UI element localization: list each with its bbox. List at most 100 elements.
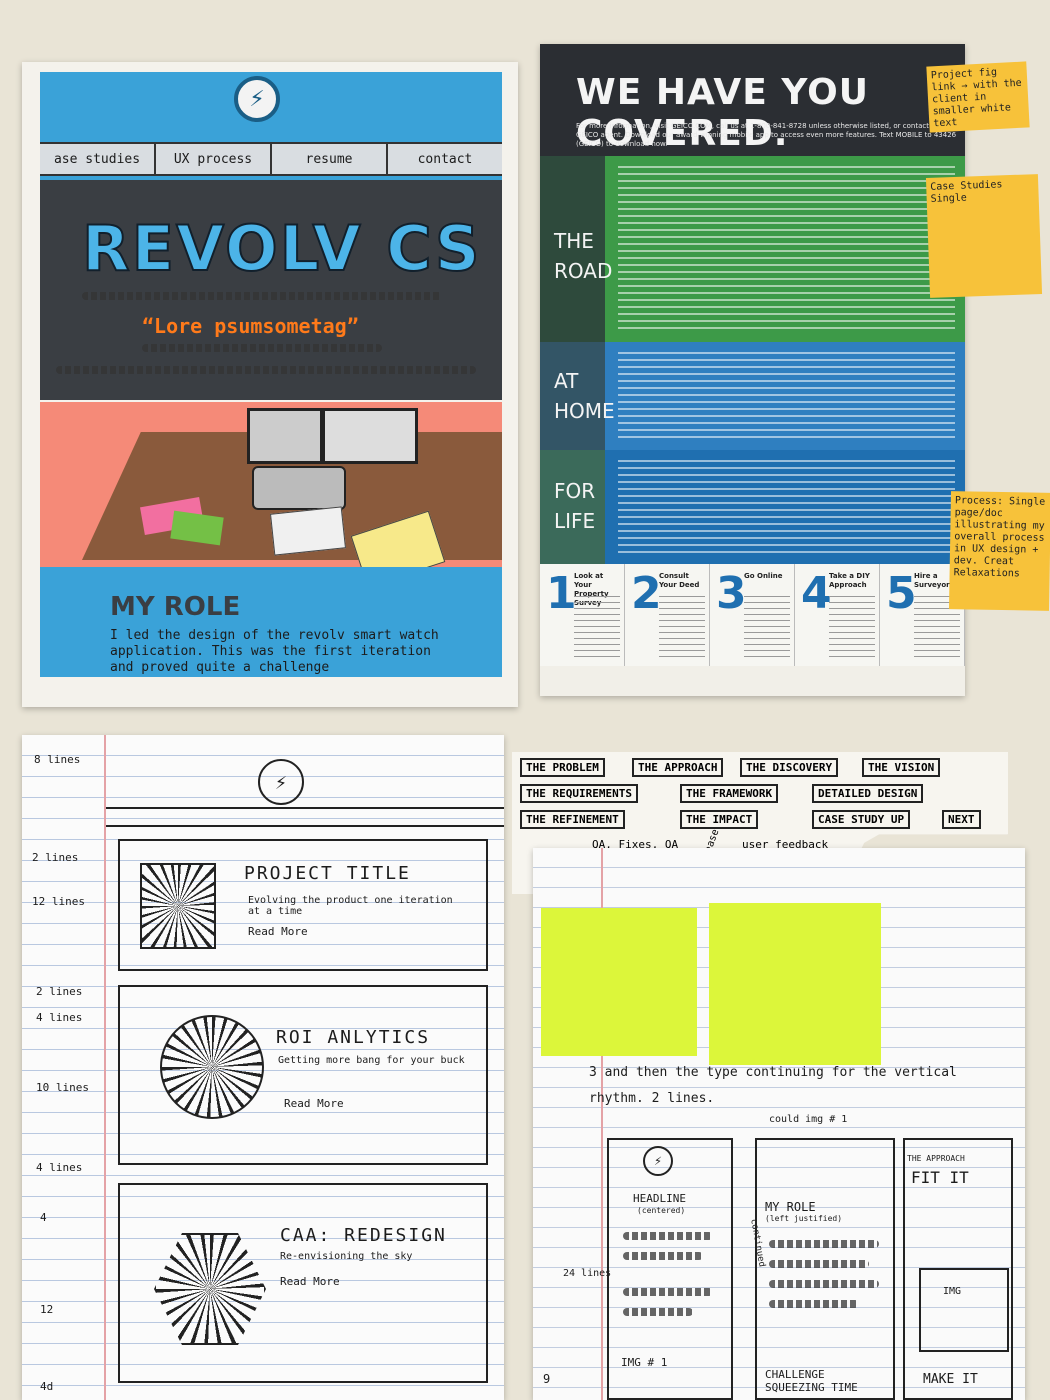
margin-note: 2 lines	[32, 851, 79, 864]
margin-note: 4	[40, 1211, 47, 1224]
col2-sub: (left justified)	[765, 1214, 843, 1223]
text-scribble	[769, 1260, 869, 1268]
project-description: Evolving the product one iteration at a …	[248, 895, 453, 917]
flyer-band-life: FOR LIFE	[540, 450, 965, 564]
sticky-note: Case Studies Single	[925, 174, 1043, 298]
grid-top-note: 3 and then the type continuing for the v…	[589, 1065, 957, 1106]
step: 1 Look at Your Property Survey	[540, 564, 625, 666]
revolv-title: REVOLV CS	[81, 211, 482, 286]
margin-note: 4 lines	[36, 1161, 83, 1174]
step-title: Consult Your Deed	[659, 572, 700, 589]
step-number: 3	[716, 568, 747, 619]
flow-step: NEXT	[942, 810, 981, 829]
project-title: PROJECT TITLE	[244, 863, 411, 884]
text-scribble	[623, 1308, 693, 1316]
margin-note: 2 lines	[36, 985, 83, 998]
step-title: Take a DIY Approach	[829, 572, 870, 589]
band-label: FOR LIFE	[554, 479, 596, 533]
flow-step: THE IMPACT	[680, 810, 759, 829]
revolv-nav-bar: ase studies UX process resume contact	[40, 142, 502, 176]
revolv-tagline: “Lore psumsometag”	[142, 314, 359, 338]
band-text-lines	[618, 460, 955, 554]
sticky-note: Project fig link → with the client in sm…	[926, 61, 1030, 133]
project-description: Getting more bang for your buck	[278, 1055, 465, 1066]
lightbulb-logo-icon: ⚡	[258, 759, 304, 805]
nav-item-ux-process: UX process	[156, 144, 272, 174]
flow-step: THE DISCOVERY	[740, 758, 839, 777]
read-more-link: Read More	[280, 1275, 340, 1288]
image-placeholder	[919, 1268, 1009, 1352]
band-text-lines	[618, 352, 955, 440]
wireframe-notebook-sheet: ⚡ 8 lines 2 lines 12 lines 2 lines 4 lin…	[22, 735, 504, 1400]
nav-item-contact: contact	[417, 151, 473, 167]
step-number: 1	[546, 568, 577, 619]
text-scribble	[623, 1232, 713, 1240]
blank-sticky-note	[709, 903, 881, 1065]
nav-item-case-studies: ase studies	[40, 144, 156, 174]
geico-flyer: WE HAVE YOU COVERED. For more informatio…	[540, 44, 965, 696]
text-scribble	[623, 1252, 703, 1260]
step-number: 4	[801, 568, 832, 619]
step: 3 Go Online	[710, 564, 795, 666]
text-scribble	[623, 1288, 713, 1296]
band-label: AT HOME	[554, 369, 615, 423]
read-more-link: Read More	[284, 1097, 344, 1110]
step-text-lines	[574, 596, 620, 660]
role-description: I led the design of the revolv smart wat…	[110, 628, 439, 675]
divider	[106, 825, 504, 827]
side-label: 24 lines	[563, 1268, 612, 1279]
flyer-subtext: For more information, visit GEICO.COM, c…	[576, 122, 966, 148]
step-text-lines	[659, 596, 705, 660]
flow-step: DETAILED DESIGN	[812, 784, 924, 803]
divider	[106, 807, 504, 809]
revolv-sketch-sheet: ⚡ ase studies UX process resume contact …	[22, 62, 518, 707]
read-more-link: Read More	[248, 925, 308, 938]
margin-note: 4 lines	[36, 1011, 83, 1024]
flyer-band-road: THE ROAD	[540, 156, 965, 342]
flow-step: THE FRAMEWORK	[680, 784, 779, 803]
device-drawing	[252, 466, 346, 510]
flow-step: CASE STUDY UP	[812, 810, 911, 829]
margin-note: 8 lines	[34, 753, 81, 766]
text-scribble	[769, 1240, 879, 1248]
step-number: 2	[631, 568, 662, 619]
margin-note: 4d	[40, 1380, 54, 1393]
step-number: 5	[886, 568, 917, 619]
col2-top-label: could img # 1	[769, 1114, 848, 1125]
project-thumbnail-icon	[140, 863, 216, 949]
step-text-lines	[744, 596, 790, 660]
project-description: Re-envisioning the sky	[280, 1251, 413, 1262]
col3-title: FIT IT	[911, 1168, 969, 1187]
monitor-drawing	[322, 408, 418, 464]
col3-label: THE APPROACH	[907, 1154, 965, 1163]
text-scribble	[769, 1280, 879, 1288]
layout-column-2	[755, 1138, 895, 1400]
step: 4 Take a DIY Approach	[795, 564, 880, 666]
logo-icon: ⚡	[643, 1146, 673, 1176]
flow-step: THE VISION	[862, 758, 941, 777]
flow-step: THE REFINEMENT	[520, 810, 625, 829]
step: 2 Consult Your Deed	[625, 564, 710, 666]
nav-item-resume: resume	[272, 144, 388, 174]
flow-step: THE PROBLEM	[520, 758, 605, 777]
row-count: 9	[543, 1372, 551, 1386]
flyer-steps: 1 Look at Your Property Survey 2 Consult…	[540, 564, 965, 666]
col1-image-label: IMG # 1	[621, 1356, 668, 1369]
hero-scribble	[142, 344, 382, 352]
sticky-note: Process: Single page/doc illustrating my…	[948, 491, 1050, 611]
margin-note: 10 lines	[36, 1081, 89, 1094]
margin-note: 12	[40, 1303, 54, 1316]
step-title: Go Online	[744, 572, 783, 580]
project-title: CAA: REDESIGN	[280, 1225, 447, 1246]
role-title: MY ROLE	[110, 592, 241, 622]
flow-step: THE APPROACH	[632, 758, 724, 777]
col1-sub: (centered)	[637, 1206, 686, 1215]
band-label: THE ROAD	[554, 229, 613, 283]
monitor-drawing	[247, 408, 323, 464]
col1-headline: HEADLINE	[633, 1192, 686, 1205]
image-placeholder-label: IMG	[943, 1286, 962, 1297]
flyer-band-home: AT HOME	[540, 342, 965, 450]
hero-scribble	[56, 366, 476, 374]
paper-drawing	[270, 506, 346, 556]
margin-note: 12 lines	[32, 895, 85, 908]
